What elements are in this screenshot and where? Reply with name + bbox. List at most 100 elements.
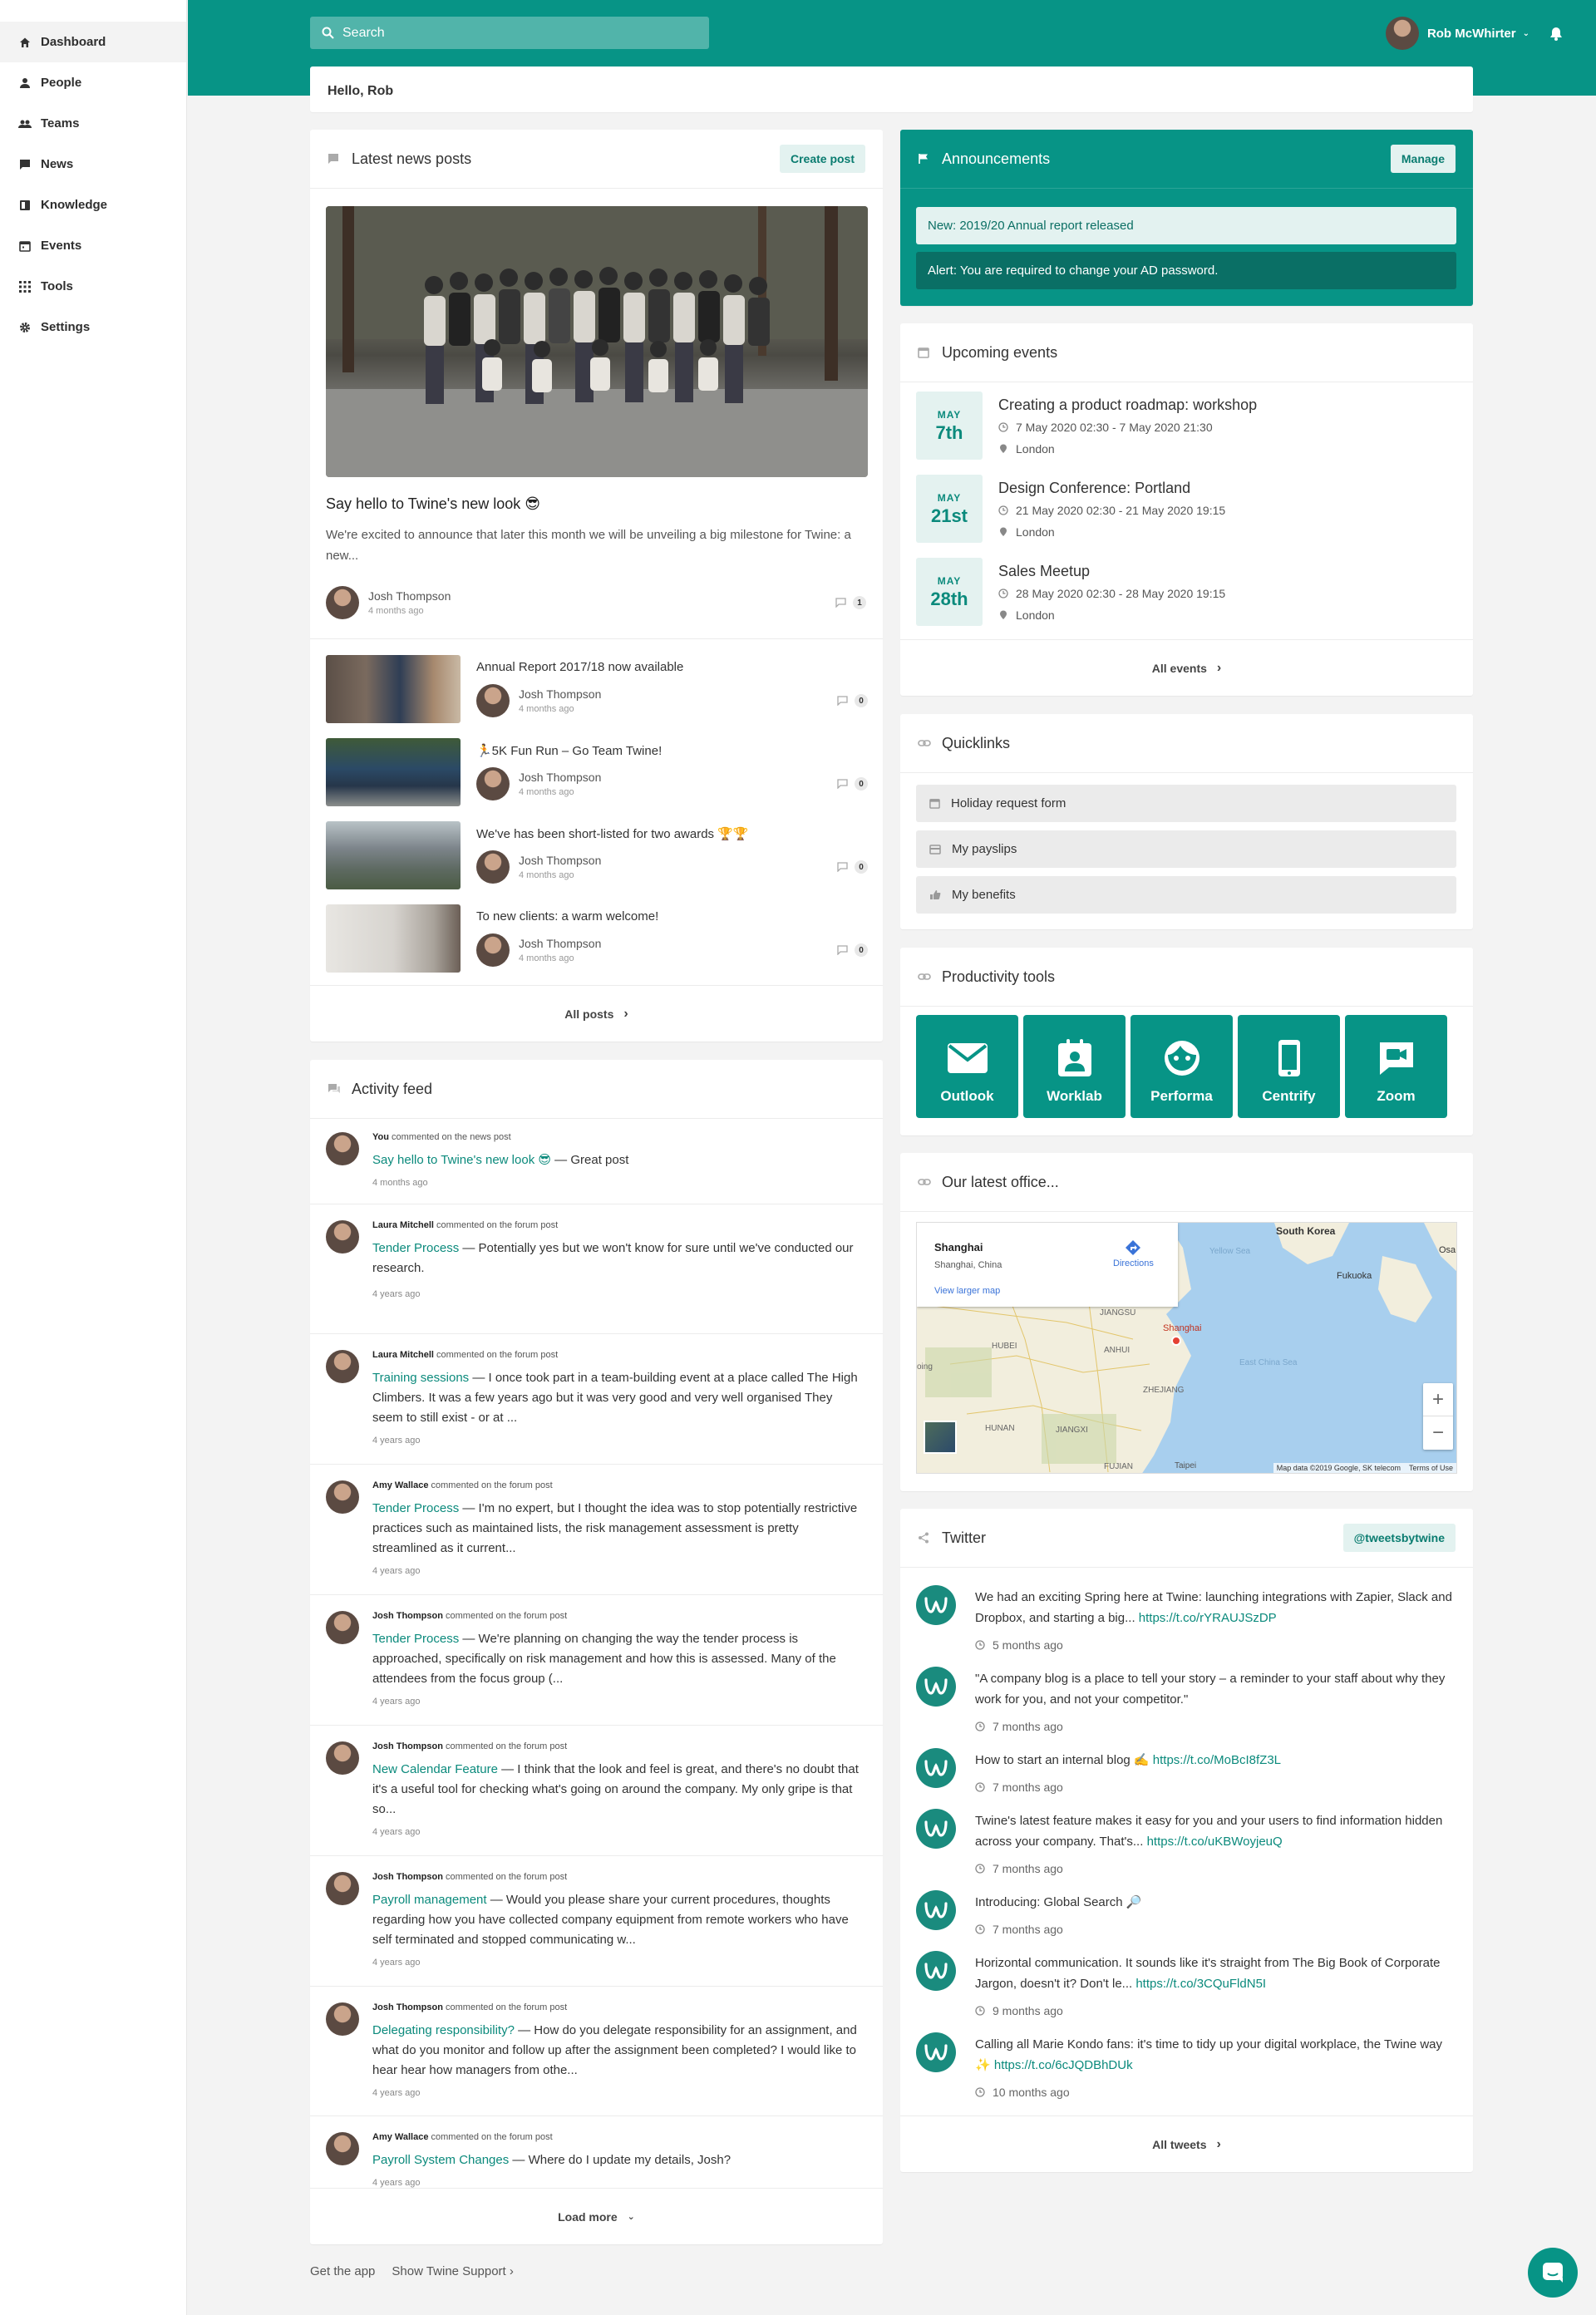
sidebar-item-news[interactable]: News xyxy=(0,144,186,185)
activity-user[interactable]: Laura Mitchell xyxy=(372,1220,434,1230)
all-events-link[interactable]: All events › xyxy=(900,639,1473,696)
all-posts-link[interactable]: All posts › xyxy=(310,985,883,1042)
get-app-link[interactable]: Get the app xyxy=(310,2264,375,2278)
all-tweets-link[interactable]: All tweets › xyxy=(900,2116,1473,2172)
featured-title[interactable]: Say hello to Twine's new look 😎 xyxy=(326,495,540,513)
quicklink-holiday-request[interactable]: Holiday request form xyxy=(916,785,1456,822)
tool-centrify[interactable]: Centrify xyxy=(1238,1015,1340,1118)
map-terms-link[interactable]: Terms of Use xyxy=(1409,1464,1453,1472)
calendar-icon xyxy=(929,799,940,809)
bell-icon[interactable] xyxy=(1549,27,1563,41)
map-label: East China Sea xyxy=(1239,1358,1298,1367)
event-location: London xyxy=(998,442,1055,456)
sidebar-item-dashboard[interactable]: Dashboard xyxy=(0,22,186,62)
tweet-time-text: 7 months ago xyxy=(993,1720,1063,1733)
activity-link[interactable]: Tender Process xyxy=(372,1632,459,1646)
comment-count-value: 1 xyxy=(853,596,866,609)
map-directions-link[interactable]: Directions xyxy=(1113,1239,1154,1268)
footer-links: Get the app Show Twine Support › xyxy=(310,2264,514,2278)
tweet-link[interactable]: https://t.co/3CQuFldN5I xyxy=(1135,1977,1266,1991)
comment-count[interactable]: 0 xyxy=(837,777,868,791)
map-pin-icon xyxy=(1171,1336,1181,1346)
sidebar-item-tools[interactable]: Tools xyxy=(0,266,186,307)
tool-outlook[interactable]: Outlook xyxy=(916,1015,1018,1118)
zoom-in-button[interactable]: + xyxy=(1423,1383,1453,1416)
tool-worklab[interactable]: Worklab xyxy=(1023,1015,1126,1118)
post-title[interactable]: To new clients: a warm welcome! xyxy=(476,909,658,924)
activity-user[interactable]: You xyxy=(372,1132,389,1142)
quicklink-payslips[interactable]: My payslips xyxy=(916,830,1456,868)
chat-launcher-button[interactable] xyxy=(1528,2248,1578,2298)
sidebar-item-knowledge[interactable]: Knowledge xyxy=(0,185,186,225)
user-menu[interactable]: Rob McWhirter ⌄ xyxy=(1385,17,1563,50)
event-item[interactable]: MAY 28th Sales Meetup 28 May 2020 02:30 -… xyxy=(916,558,1456,628)
list-item[interactable]: To new clients: a warm welcome! Josh Tho… xyxy=(326,904,868,974)
activity-meta: Amy Wallace commented on the forum post xyxy=(372,2132,553,2142)
zoom-out-button[interactable]: − xyxy=(1423,1416,1453,1450)
comment-count[interactable]: 0 xyxy=(837,943,868,957)
event-title[interactable]: Creating a product roadmap: workshop xyxy=(998,397,1257,414)
support-link[interactable]: Show Twine Support › xyxy=(392,2264,513,2278)
activity-user[interactable]: Amy Wallace xyxy=(372,1480,428,1490)
tweet-link[interactable]: https://t.co/6cJQDBhDUk xyxy=(994,2058,1133,2072)
tool-zoom[interactable]: Zoom xyxy=(1345,1015,1447,1118)
event-item[interactable]: MAY 21st Design Conference: Portland 21 M… xyxy=(916,475,1456,544)
activity-user[interactable]: Josh Thompson xyxy=(372,1872,443,1882)
activity-link[interactable]: Delegating responsibility? xyxy=(372,2023,515,2037)
announcement-item[interactable]: New: 2019/20 Annual report released xyxy=(916,207,1456,244)
load-more-button[interactable]: Load more ⌄ xyxy=(310,2188,883,2244)
quicklink-benefits[interactable]: My benefits xyxy=(916,876,1456,914)
activity-link[interactable]: Say hello to Twine's new look 😎 xyxy=(372,1153,551,1167)
tweet-text: Introducing: Global Search 🔎 xyxy=(975,1892,1457,1913)
activity-user[interactable]: Laura Mitchell xyxy=(372,1350,434,1360)
twitter-handle-button[interactable]: @tweetsbytwine xyxy=(1342,1524,1456,1552)
comment-count[interactable]: 0 xyxy=(837,694,868,707)
activity-link[interactable]: Tender Process xyxy=(372,1501,459,1515)
tweet-time-text: 7 months ago xyxy=(993,1923,1063,1936)
post-thumbnail xyxy=(326,655,461,723)
featured-image[interactable] xyxy=(326,206,868,477)
sidebar-item-teams[interactable]: Teams xyxy=(0,103,186,144)
sidebar-item-events[interactable]: Events xyxy=(0,225,186,266)
list-item[interactable]: 🏃5K Fun Run – Go Team Twine! Josh Thomps… xyxy=(326,738,868,808)
post-title[interactable]: We've has been short-listed for two awar… xyxy=(476,826,749,841)
activity-link[interactable]: New Calendar Feature xyxy=(372,1762,498,1776)
tweet-link[interactable]: https://t.co/MoBcI8fZ3L xyxy=(1153,1753,1281,1767)
sidebar-item-settings[interactable]: Settings xyxy=(0,307,186,347)
satellite-toggle[interactable] xyxy=(924,1421,957,1454)
map-view-larger-link[interactable]: View larger map xyxy=(934,1286,1000,1296)
tool-performa[interactable]: Performa xyxy=(1130,1015,1233,1118)
activity-meta: Laura Mitchell commented on the forum po… xyxy=(372,1220,558,1230)
activity-link[interactable]: Training sessions xyxy=(372,1371,469,1385)
author-name: Josh Thompson xyxy=(368,589,451,603)
activity-link[interactable]: Payroll System Changes xyxy=(372,2153,509,2167)
event-title[interactable]: Sales Meetup xyxy=(998,563,1090,580)
activity-action: commented on the forum post xyxy=(436,1350,559,1360)
post-title[interactable]: 🏃5K Fun Run – Go Team Twine! xyxy=(476,743,662,758)
list-item[interactable]: We've has been short-listed for two awar… xyxy=(326,821,868,891)
activity-user[interactable]: Josh Thompson xyxy=(372,1741,443,1751)
post-title[interactable]: Annual Report 2017/18 now available xyxy=(476,660,683,674)
list-item[interactable]: Annual Report 2017/18 now available Josh… xyxy=(326,655,868,725)
office-map[interactable]: Shanghai Shanghai, China View larger map… xyxy=(916,1222,1457,1474)
comment-count[interactable]: 0 xyxy=(837,860,868,874)
activity-user[interactable]: Josh Thompson xyxy=(372,2002,443,2012)
event-title[interactable]: Design Conference: Portland xyxy=(998,480,1190,497)
sidebar-item-people[interactable]: People xyxy=(0,62,186,103)
tweet-text: Twine's latest feature makes it easy for… xyxy=(975,1810,1457,1852)
announcement-item[interactable]: Alert: You are required to change your A… xyxy=(916,252,1456,289)
event-item[interactable]: MAY 7th Creating a product roadmap: works… xyxy=(916,392,1456,461)
activity-link[interactable]: Tender Process xyxy=(372,1241,459,1255)
activity-user[interactable]: Amy Wallace xyxy=(372,2132,428,2142)
search-input[interactable]: Search xyxy=(310,17,709,49)
manage-button[interactable]: Manage xyxy=(1390,145,1456,173)
create-post-button[interactable]: Create post xyxy=(779,145,865,173)
comment-count[interactable]: 1 xyxy=(835,596,866,609)
tweet-link[interactable]: https://t.co/rYRAUJSzDP xyxy=(1139,1611,1277,1625)
sidebar-item-label: Teams xyxy=(41,116,80,131)
activity-link[interactable]: Payroll management xyxy=(372,1893,487,1907)
activity-meta: Amy Wallace commented on the forum post xyxy=(372,1480,553,1490)
tweet-link[interactable]: https://t.co/uKBWoyjeuQ xyxy=(1147,1835,1283,1849)
activity-user[interactable]: Josh Thompson xyxy=(372,1611,443,1621)
activity-body: Payroll management — Would you please sh… xyxy=(372,1890,863,1950)
